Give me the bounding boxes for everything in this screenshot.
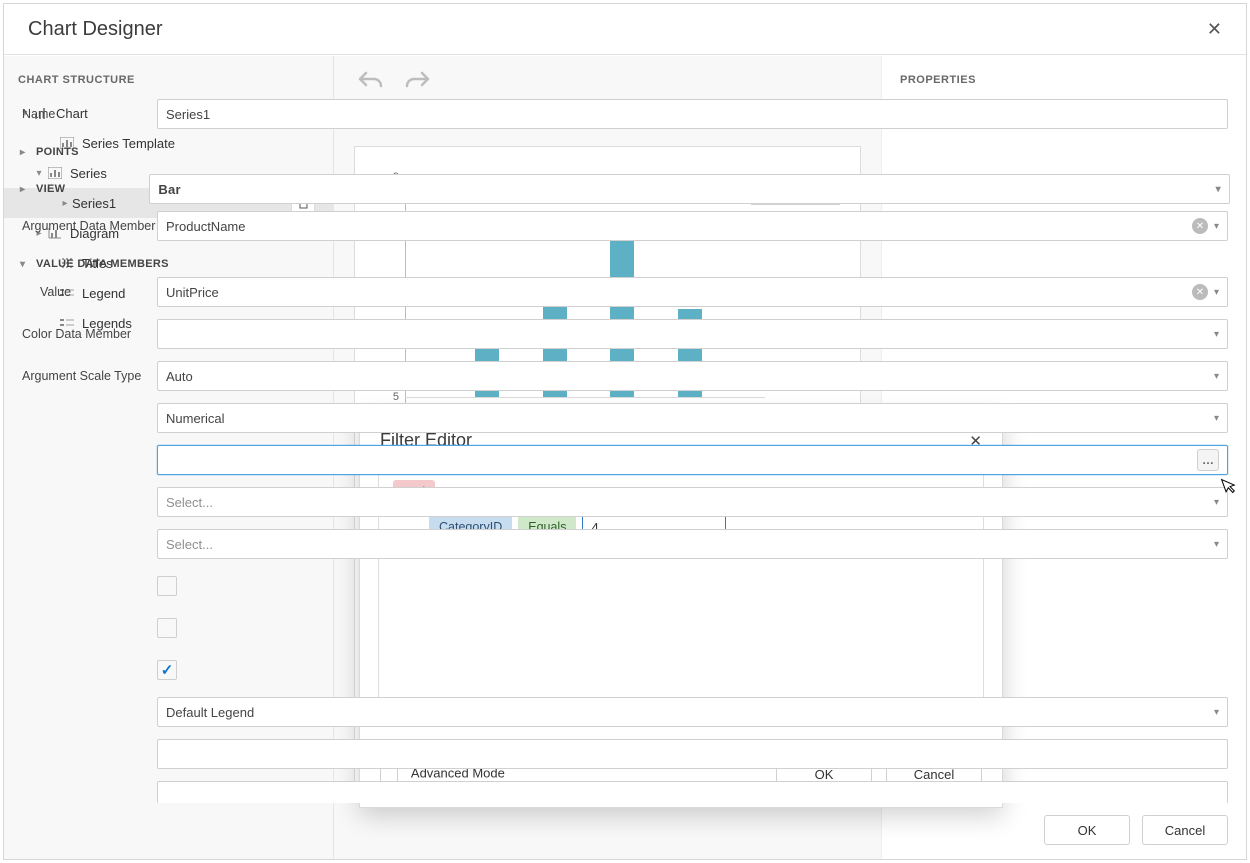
value-label: Value [22,285,157,299]
view-select[interactable]: Bar▾ [149,174,1230,204]
chevron-down-icon: ▾ [1214,371,1219,382]
properties-panel: PROPERTIES Name Series1 ▸POINTS ▸VIEW Ba… [881,56,1246,859]
chart-structure-title: CHART STRUCTURE [4,56,333,98]
chart-designer-window: Chart Designer ✕ CHART STRUCTURE ▾ Chart… [3,3,1247,860]
chevron-down-icon: ▾ [1214,413,1219,424]
arg-scale-label: Argument Scale Type [22,369,157,383]
chevron-down-icon: ▾ [1214,329,1219,340]
arg-member-select[interactable]: ProductName ✕▾ [157,211,1228,241]
arg-scale-select[interactable]: Auto▾ [157,361,1228,391]
chevron-down-icon: ▾ [1214,497,1219,508]
ellipsis-icon[interactable]: … [1197,449,1219,471]
section-view[interactable]: ▸VIEW Bar▾ [4,164,1246,210]
redo-icon[interactable] [404,70,430,90]
chevron-down-icon: ▾ [1214,221,1219,232]
section-value-data-members[interactable]: ▾VALUE DATA MEMBERS [4,252,1246,276]
titlebar: Chart Designer ✕ [4,4,1246,55]
cancel-button[interactable]: Cancel [1142,815,1228,845]
section-points[interactable]: ▸POINTS [4,140,1246,164]
name-label: Name [22,107,157,121]
close-icon[interactable]: ✕ [1207,19,1222,40]
arg-member-label: Argument Data Member [22,219,157,233]
name-field[interactable]: Series1 [157,99,1228,129]
prop-empty-1[interactable] [157,739,1228,769]
value-scale-select[interactable]: Numerical▾ [157,403,1228,433]
checkbox-3-checked[interactable]: ✓ [157,660,177,680]
color-member-label: Color Data Member [22,327,157,341]
clear-icon[interactable]: ✕ [1192,284,1208,300]
chevron-down-icon: ▾ [1214,539,1219,550]
prop-select-2[interactable]: Select...▾ [157,529,1228,559]
clear-icon[interactable]: ✕ [1192,218,1208,234]
prop-select-1[interactable]: Select...▾ [157,487,1228,517]
checkbox-2[interactable] [157,618,177,638]
value-select[interactable]: UnitPrice ✕▾ [157,277,1228,307]
color-member-select[interactable]: ▾ [157,319,1228,349]
undo-icon[interactable] [358,70,384,90]
legend-select[interactable]: Default Legend▾ [157,697,1228,727]
prop-empty-2[interactable] [157,781,1228,803]
chevron-down-icon: ▾ [1214,707,1219,718]
chevron-down-icon: ▾ [1214,287,1219,298]
chevron-down-icon: ▾ [1216,184,1221,195]
properties-title: PROPERTIES [882,56,1246,96]
window-title: Chart Designer [28,18,163,41]
checkbox-1[interactable] [157,576,177,596]
filter-string-field[interactable]: … [157,445,1228,475]
ok-button[interactable]: OK [1044,815,1130,845]
